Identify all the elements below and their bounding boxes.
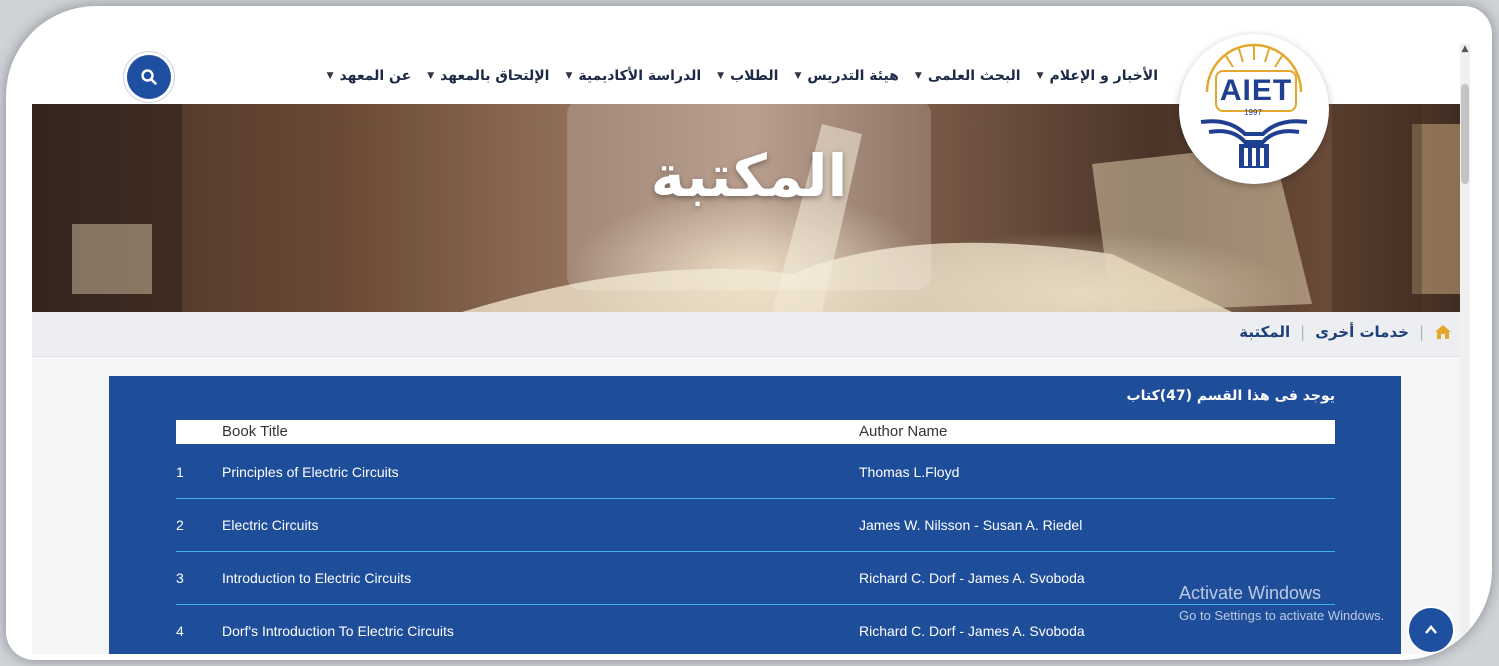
nav-item-label: البحث العلمى <box>927 68 1021 84</box>
nav-item-label: الدراسة الأكاديمية <box>578 68 702 84</box>
table-row[interactable]: 3 Introduction to Electric Circuits Rich… <box>176 552 1335 605</box>
nav-item-academics[interactable]: الدراسة الأكاديمية ▼ <box>565 68 701 84</box>
home-icon[interactable] <box>1434 324 1452 340</box>
page-title: المكتبة <box>650 142 848 210</box>
header-author-name: Author Name <box>859 423 948 440</box>
aiet-logo[interactable]: AIET 1997 <box>1179 34 1329 184</box>
vertical-scrollbar[interactable]: ▲ <box>1460 44 1470 654</box>
row-number: 3 <box>176 570 184 586</box>
caret-down-icon: ▼ <box>1036 71 1044 81</box>
nav-item-label: الطلاب <box>730 68 779 84</box>
caret-down-icon: ▼ <box>427 71 435 81</box>
page-viewport: عن المعهد ▼ الإلتحاق بالمعهد ▼ الدراسة الأ… <box>32 24 1470 654</box>
nav-item-students[interactable]: الطلاب ▼ <box>717 68 778 84</box>
breadcrumb-separator: | <box>1418 323 1424 341</box>
author-name: James W. Nilsson - Susan A. Riedel <box>859 517 1083 533</box>
chevron-up-icon <box>1425 625 1437 634</box>
caret-down-icon: ▼ <box>565 71 573 81</box>
activation-watermark-hint: Go to Settings to activate Windows. <box>1179 608 1385 623</box>
nav-item-about[interactable]: عن المعهد ▼ <box>327 68 412 84</box>
nav-item-label: الأخبار و الإعلام <box>1049 68 1158 84</box>
search-icon <box>141 69 157 85</box>
book-title: Introduction to Electric Circuits <box>222 570 412 586</box>
table-row[interactable]: 4 Dorf's Introduction To Electric Circui… <box>176 605 1335 654</box>
nav-item-news[interactable]: الأخبار و الإعلام ▼ <box>1037 68 1158 84</box>
author-name: Richard C. Dorf - James A. Svoboda <box>859 570 1085 586</box>
scrollbar-thumb[interactable] <box>1461 84 1469 184</box>
breadcrumb-bar: | خدمات أخرى | المكتبة <box>32 312 1470 357</box>
nav-item-admission[interactable]: الإلتحاق بالمعهد ▼ <box>427 68 549 84</box>
breadcrumb-item-services[interactable]: خدمات أخرى <box>1315 323 1409 341</box>
table-header: Book Title Author Name <box>176 420 1335 444</box>
breadcrumb-separator: | <box>1300 323 1306 341</box>
author-name: Richard C. Dorf - James A. Svoboda <box>859 623 1085 639</box>
scroll-up-arrow-icon[interactable]: ▲ <box>1460 44 1470 58</box>
logo-year: 1997 <box>1244 108 1262 117</box>
nav-item-label: هيئة التدريس <box>807 68 899 84</box>
logo-wordmark: AIET <box>1215 70 1297 112</box>
caret-down-icon: ▼ <box>717 71 725 81</box>
table-row[interactable]: 2 Electric Circuits James W. Nilsson - S… <box>176 499 1335 552</box>
breadcrumb-item-library: المكتبة <box>1239 323 1291 341</box>
caret-down-icon: ▼ <box>326 71 334 81</box>
activation-watermark-title: Activate Windows <box>1179 583 1322 603</box>
search-button[interactable] <box>127 55 171 99</box>
caret-down-icon: ▼ <box>794 71 802 81</box>
header-book-title: Book Title <box>222 423 288 440</box>
book-title: Principles of Electric Circuits <box>222 464 399 480</box>
book-title: Electric Circuits <box>222 517 319 533</box>
breadcrumb: | خدمات أخرى | المكتبة <box>1239 323 1452 341</box>
nav-item-faculty[interactable]: هيئة التدريس ▼ <box>795 68 899 84</box>
nav-item-label: الإلتحاق بالمعهد <box>440 68 550 84</box>
row-number: 4 <box>176 623 184 639</box>
table-row[interactable]: 1 Principles of Electric Circuits Thomas… <box>176 446 1335 499</box>
caret-down-icon: ▼ <box>914 71 922 81</box>
nav-item-label: عن المعهد <box>339 68 412 84</box>
row-number: 2 <box>176 517 184 533</box>
book-title: Dorf's Introduction To Electric Circuits <box>222 623 454 639</box>
nav-item-research[interactable]: البحث العلمى ▼ <box>915 68 1021 84</box>
author-name: Thomas L.Floyd <box>859 464 960 480</box>
scroll-to-top-button[interactable] <box>1407 606 1455 654</box>
row-number: 1 <box>176 464 184 480</box>
books-count: يوجد فى هذا القسم (47)كتاب <box>1126 388 1335 404</box>
main-menu: عن المعهد ▼ الإلتحاق بالمعهد ▼ الدراسة الأ… <box>327 68 1158 84</box>
browser-frame: عن المعهد ▼ الإلتحاق بالمعهد ▼ الدراسة الأ… <box>6 6 1492 660</box>
